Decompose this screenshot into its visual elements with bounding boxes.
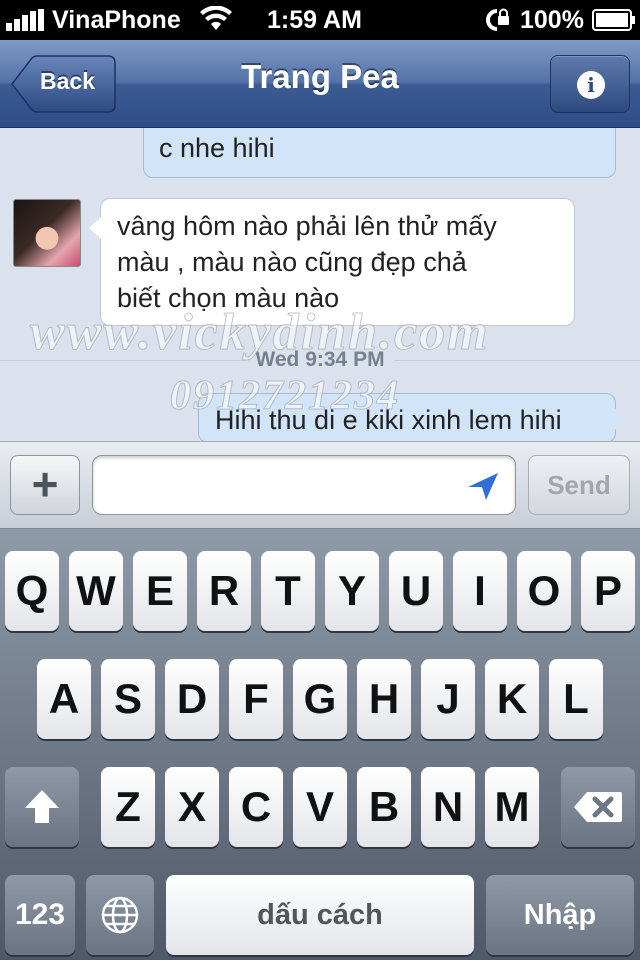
key-x[interactable]: X — [165, 767, 219, 847]
key-t[interactable]: T — [261, 551, 315, 631]
back-button[interactable]: Back — [10, 55, 116, 113]
composer-bar: + Send — [0, 441, 640, 529]
rotation-lock-icon — [486, 8, 509, 31]
back-button-label: Back — [40, 68, 95, 94]
contact-avatar[interactable] — [13, 199, 81, 267]
shift-key[interactable] — [5, 767, 79, 847]
key-c[interactable]: C — [229, 767, 283, 847]
send-button[interactable]: Send — [528, 455, 630, 515]
key-q[interactable]: Q — [5, 551, 59, 631]
info-button[interactable]: i — [550, 55, 630, 113]
message-list[interactable]: c nhe hihi vâng hôm nào phải lên thử mấy… — [0, 128, 640, 441]
key-p[interactable]: P — [581, 551, 635, 631]
add-attachment-button[interactable]: + — [10, 455, 80, 515]
message-bubble-outgoing[interactable]: c nhe hihi — [143, 128, 616, 178]
location-arrow-icon[interactable] — [466, 471, 500, 501]
key-r[interactable]: R — [197, 551, 251, 631]
key-n[interactable]: N — [421, 767, 475, 847]
message-line: màu , màu nào cũng đẹp chả — [117, 247, 467, 277]
key-s[interactable]: S — [101, 659, 155, 739]
key-o[interactable]: O — [517, 551, 571, 631]
numbers-key[interactable]: 123 — [5, 875, 75, 955]
key-g[interactable]: G — [293, 659, 347, 739]
watermark-site: www.vickydinh.com — [30, 304, 490, 362]
backspace-icon — [574, 792, 622, 822]
key-m[interactable]: M — [485, 767, 539, 847]
key-k[interactable]: K — [485, 659, 539, 739]
navigation-bar: Back Trang Pea i — [0, 40, 640, 128]
shift-arrow-icon — [25, 790, 59, 823]
info-icon: i — [577, 71, 605, 99]
key-w[interactable]: W — [69, 551, 123, 631]
message-input[interactable] — [92, 455, 516, 515]
conversation-title: Trang Pea — [241, 58, 399, 95]
key-f[interactable]: F — [229, 659, 283, 739]
status-bar: VinaPhone 1:59 AM 100% — [0, 0, 640, 40]
key-i[interactable]: I — [453, 551, 507, 631]
battery-percent: 100% — [520, 6, 584, 34]
message-line: vâng hôm nào phải lên thử mấy — [117, 211, 497, 241]
key-b[interactable]: B — [357, 767, 411, 847]
key-h[interactable]: H — [357, 659, 411, 739]
clock: 1:59 AM — [267, 6, 362, 34]
return-key[interactable]: Nhập — [486, 875, 634, 955]
wifi-icon — [200, 6, 232, 30]
key-l[interactable]: L — [549, 659, 603, 739]
key-e[interactable]: E — [133, 551, 187, 631]
globe-key[interactable] — [86, 875, 154, 955]
key-v[interactable]: V — [293, 767, 347, 847]
battery-icon — [592, 9, 635, 31]
space-key[interactable]: dấu cách — [166, 875, 474, 955]
key-u[interactable]: U — [389, 551, 443, 631]
key-a[interactable]: A — [37, 659, 91, 739]
watermark-phone: 0912721234 — [170, 373, 400, 420]
key-j[interactable]: J — [421, 659, 475, 739]
keyboard: Q W E R T Y U I O P A S D F G H J K L Z … — [0, 529, 640, 960]
delete-key[interactable] — [561, 767, 635, 847]
key-z[interactable]: Z — [101, 767, 155, 847]
carrier-name: VinaPhone — [52, 6, 181, 34]
key-y[interactable]: Y — [325, 551, 379, 631]
globe-icon — [101, 896, 139, 934]
key-d[interactable]: D — [165, 659, 219, 739]
message-text: c nhe hihi — [159, 133, 275, 163]
